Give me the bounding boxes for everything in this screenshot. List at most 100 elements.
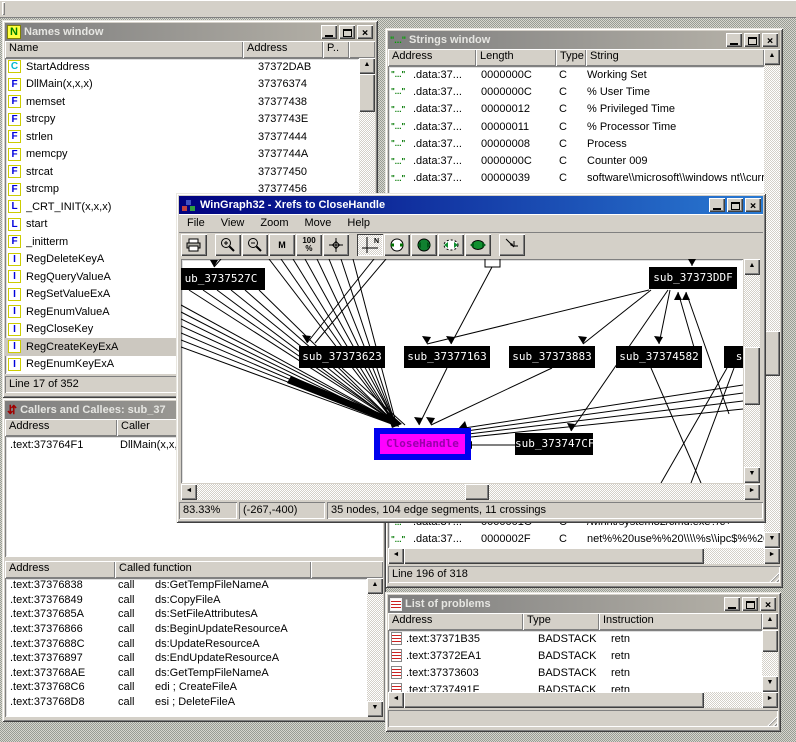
minimize-button[interactable] (709, 198, 725, 212)
scroll-thumb[interactable] (744, 347, 760, 405)
zoom-in-button[interactable] (215, 234, 241, 256)
column-header-length[interactable]: Length (476, 49, 556, 66)
column-header-address[interactable]: Address (243, 41, 323, 58)
scroll-down-icon[interactable]: ▼ (367, 701, 383, 717)
callee-row[interactable]: .text:3737688C call ds:UpdateResourceA (5, 636, 367, 651)
scroll-down-icon[interactable]: ▼ (744, 467, 760, 483)
graph-node[interactable]: sub_37374582 (616, 346, 702, 368)
names-row[interactable]: F strcpy 3737743E (5, 111, 359, 129)
strings-row[interactable]: .data:37... 00000011 C % Processor Time (388, 118, 764, 135)
graph-target-node[interactable]: CloseHandle (374, 428, 471, 460)
wingraph-titlebar[interactable]: WinGraph32 - Xrefs to CloseHandle × (179, 196, 763, 214)
scroll-left-icon[interactable]: ◄ (388, 692, 404, 708)
problems-hscrollbar[interactable]: ◄ ► (388, 692, 778, 708)
column-header-p[interactable]: P.. (323, 41, 349, 58)
graph-node[interactable]: sub_37373DDF (649, 267, 737, 289)
minimize-button[interactable] (726, 33, 742, 47)
layout-sphere-button[interactable] (411, 234, 437, 256)
column-header-name[interactable]: Name (5, 41, 243, 58)
menu-item[interactable]: View (213, 215, 253, 231)
scroll-right-icon[interactable]: ► (764, 548, 780, 564)
names-row[interactable]: C StartAddress 37372DAB (5, 58, 359, 76)
graph-node[interactable]: sub_37377163 (404, 346, 490, 368)
graph-node[interactable]: sub_37373623 (299, 346, 385, 368)
close-button[interactable]: × (745, 198, 761, 212)
column-header-instruction[interactable]: Instruction (599, 613, 762, 630)
callee-row[interactable]: .text:37376866 call ds:BeginUpdateResour… (5, 622, 367, 637)
scroll-up-icon[interactable]: ▲ (367, 578, 383, 594)
callee-row[interactable]: .text:373768AE call ds:GetTempFileNameA (5, 666, 367, 681)
strings-row[interactable]: .data:37... 0000000C C Working Set (388, 66, 764, 83)
zoom-fit-button[interactable]: M (269, 234, 295, 256)
strings-hscrollbar[interactable]: ◄ ► (388, 548, 780, 564)
strings-row[interactable]: .data:37... 00000039 C software\\microso… (388, 170, 764, 187)
scroll-thumb[interactable] (404, 548, 704, 564)
close-button[interactable]: × (760, 597, 776, 611)
scroll-up-icon[interactable]: ▲ (764, 49, 780, 65)
scroll-right-icon[interactable]: ► (762, 692, 778, 708)
graph-node[interactable]: ub_3737527C (181, 268, 265, 290)
graph-node[interactable]: sub_373747CF (515, 433, 593, 455)
scroll-thumb[interactable] (359, 74, 375, 112)
edge-tool-button[interactable] (499, 234, 525, 256)
zoom-out-button[interactable] (242, 234, 268, 256)
scroll-left-icon[interactable]: ◄ (181, 484, 197, 500)
names-titlebar[interactable]: N Names window × (5, 23, 375, 41)
strings-vscrollbar[interactable]: ▼ (764, 66, 780, 548)
strings-titlebar[interactable]: "..." Strings window × (388, 31, 780, 49)
problem-row[interactable]: .text:37371B35 BADSTACK retn (388, 630, 762, 647)
close-button[interactable]: × (357, 25, 373, 39)
problem-row[interactable]: .text:3737491F BADSTACK retn (388, 681, 762, 692)
graph-canvas[interactable]: ub_3737527C sub_37373DDF sub_37373623 su… (181, 259, 743, 483)
strings-row[interactable]: .data:37... 00000012 C % Privileged Time (388, 101, 764, 118)
problem-row[interactable]: .text:37372EA1 BADSTACK retn (388, 647, 762, 664)
scroll-left-icon[interactable]: ◄ (388, 548, 404, 564)
layout-select-button[interactable] (438, 234, 464, 256)
scroll-thumb[interactable] (762, 630, 778, 652)
graph-node[interactable]: sub_37373883 (509, 346, 595, 368)
graph-node[interactable]: s (724, 346, 743, 368)
scroll-thumb[interactable] (404, 692, 704, 708)
callees-vscrollbar[interactable]: ▲ ▼ (367, 578, 383, 717)
names-row[interactable]: F memset 37377438 (5, 93, 359, 111)
center-button[interactable] (323, 234, 349, 256)
layout-orthogonal-button[interactable]: N (357, 234, 383, 256)
callee-row[interactable]: .text:373768C6 call edi ; CreateFileA (5, 680, 367, 695)
resize-grip[interactable] (765, 714, 777, 726)
scroll-up-icon[interactable]: ▲ (359, 58, 375, 74)
minimize-button[interactable] (321, 25, 337, 39)
print-button[interactable] (181, 234, 207, 256)
maximize-button[interactable] (339, 25, 355, 39)
column-header-string[interactable]: String (586, 49, 764, 66)
names-row[interactable]: F DllMain(x,x,x) 37376374 (5, 76, 359, 94)
resize-grip[interactable] (767, 570, 779, 582)
names-row[interactable]: F strlen 37377444 (5, 128, 359, 146)
menu-item[interactable]: Help (339, 215, 378, 231)
problems-vscrollbar[interactable]: ▼ (762, 630, 778, 692)
minimize-button[interactable] (724, 597, 740, 611)
layout-circular-button[interactable] (384, 234, 410, 256)
callee-row[interactable]: .text:3737685A call ds:SetFileAttributes… (5, 607, 367, 622)
menu-item[interactable]: Zoom (252, 215, 296, 231)
names-row[interactable]: F strcat 37377450 (5, 163, 359, 181)
scroll-up-icon[interactable]: ▲ (744, 259, 760, 275)
names-row[interactable]: F memcpy 3737744A (5, 146, 359, 164)
layout-move-button[interactable] (465, 234, 491, 256)
callee-row[interactable]: .text:373768D8 call esi ; DeleteFileA (5, 695, 367, 710)
strings-row[interactable]: .data:37... 00000008 C Process (388, 135, 764, 152)
maximize-button[interactable] (744, 33, 760, 47)
column-header-address[interactable]: Address (5, 419, 117, 436)
problems-titlebar[interactable]: List of problems × (388, 595, 778, 613)
column-header-called-function[interactable]: Called function (115, 561, 311, 578)
problem-row[interactable]: .text:37373603 BADSTACK retn (388, 664, 762, 681)
strings-row[interactable]: .data:37... 0000000C C Counter 009 (388, 152, 764, 169)
column-header-type[interactable]: Type (523, 613, 599, 630)
scroll-down-icon[interactable]: ▼ (762, 676, 778, 692)
callee-row[interactable]: .text:37376838 call ds:GetTempFileNameA (5, 578, 367, 593)
callee-row[interactable]: .text:37376897 call ds:EndUpdateResource… (5, 651, 367, 666)
column-header-address[interactable]: Address (388, 49, 476, 66)
column-header-address[interactable]: Address (5, 561, 115, 578)
callee-row[interactable]: .text:37376849 call ds:CopyFileA (5, 593, 367, 608)
graph-vscrollbar[interactable]: ▲ ▼ (744, 259, 760, 483)
scroll-thumb[interactable] (764, 331, 780, 376)
